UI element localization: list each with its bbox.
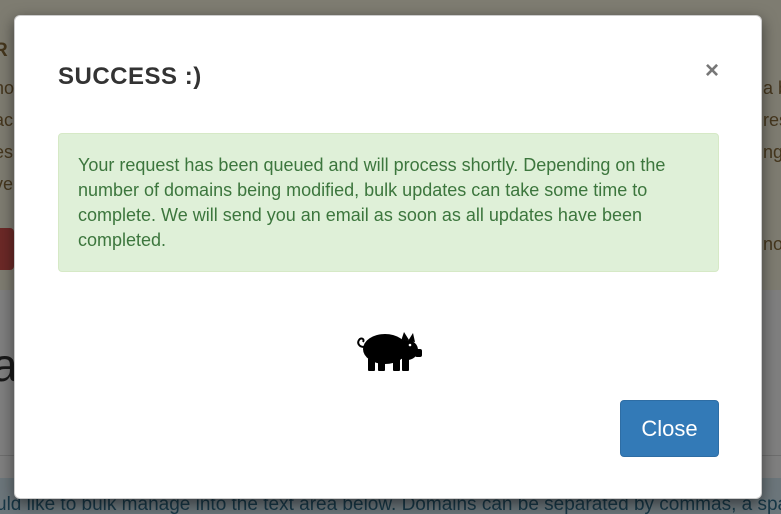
- close-icon[interactable]: ×: [701, 59, 723, 83]
- success-alert: Your request has been queued and will pr…: [58, 133, 719, 272]
- pig-icon: [355, 325, 423, 373]
- close-button[interactable]: Close: [620, 400, 719, 457]
- modal-title: SUCCESS :): [58, 63, 202, 90]
- success-message: Your request has been queued and will pr…: [78, 155, 666, 250]
- success-modal: SUCCESS :) × Your request has been queue…: [14, 15, 762, 499]
